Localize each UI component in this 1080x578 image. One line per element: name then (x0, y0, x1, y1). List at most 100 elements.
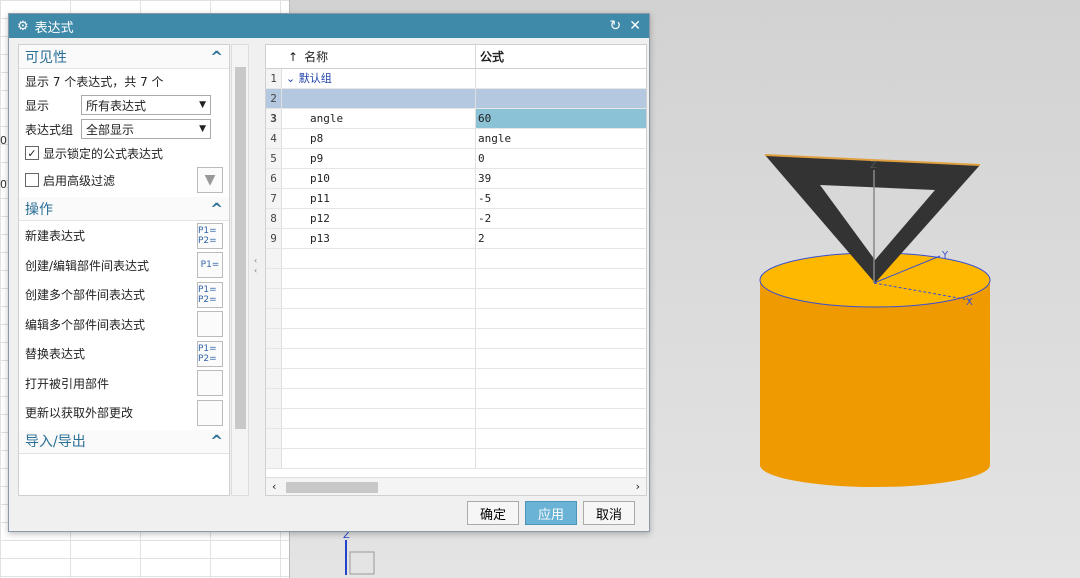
table-row[interactable]: 9 p13 2 (266, 229, 646, 249)
chevron-right-icon[interactable]: › (636, 480, 640, 493)
row-name[interactable]: p13 (282, 229, 476, 248)
table-row[interactable]: 8 p12 -2 (266, 209, 646, 229)
dialog-title: 表达式 (34, 20, 74, 36)
z-axis-label: Z (870, 160, 877, 171)
table-row (266, 309, 646, 329)
left-panel: 可见性 ^ 显示 7 个表达式，共 7 个 显示 所有表达式 ▼ 表达式组 全部… (18, 44, 230, 496)
operation-icon[interactable]: P1= P2= (197, 222, 223, 249)
dialog-titlebar: ⚙ 表达式 ↻ ✕ (9, 14, 649, 38)
row-name[interactable]: p11 (282, 189, 476, 208)
triad-cube (349, 551, 375, 575)
collapse-icon[interactable]: ^ (210, 432, 223, 450)
row-name[interactable]: p12 (282, 209, 476, 228)
panel-splitter[interactable]: ‹ ‹ (251, 44, 263, 496)
table-row (266, 449, 646, 469)
ok-button[interactable]: 确定 (467, 501, 519, 525)
cylinder-body (760, 280, 990, 465)
visibility-section-header[interactable]: 可见性 ^ (19, 45, 229, 69)
row-formula[interactable]: 0 (476, 149, 646, 168)
operations-title: 操作 (25, 201, 53, 218)
row-name[interactable]: ⌄ 默认组 (282, 69, 476, 88)
table-row[interactable]: 7 p11 -5 (266, 189, 646, 209)
table-row (266, 329, 646, 349)
expressions-table: ↑ 名称 公式 1 ⌄ 默认组 2 3 angle 60 4 p8 angle 5 p9 0 6 p10 3… (265, 44, 647, 496)
row-name[interactable]: angle (282, 109, 476, 128)
row-name[interactable]: p10 (282, 169, 476, 188)
operation-item[interactable]: 创建多个部件间表达式 P1= P2= (19, 280, 229, 310)
row-formula[interactable]: -5 (476, 189, 646, 208)
row-name[interactable] (282, 89, 476, 108)
operation-icon[interactable]: P1= P2= (197, 340, 223, 367)
chevron-left-icon: ‹ (254, 266, 258, 275)
operation-item[interactable]: 替换表达式 P1= P2= (19, 339, 229, 369)
table-row[interactable]: 6 p10 39 (266, 169, 646, 189)
row-formula[interactable]: 39 (476, 169, 646, 188)
operation-item[interactable]: 打开被引用部件 (19, 369, 229, 399)
left-panel-scrollbar[interactable] (231, 44, 249, 496)
operation-item[interactable]: 编辑多个部件间表达式 (19, 310, 229, 340)
table-row[interactable]: 5 p9 0 (266, 149, 646, 169)
show-label: 显示 (25, 98, 50, 113)
operation-item[interactable]: 新建表达式 P1= P2= (19, 221, 229, 251)
row-name[interactable]: p8 (282, 129, 476, 148)
collapse-icon[interactable]: ^ (210, 48, 223, 66)
gear-icon[interactable]: ⚙ (17, 19, 29, 34)
operation-icon[interactable] (197, 370, 223, 397)
filter-icon[interactable]: ▼ (197, 167, 223, 193)
chevron-left-icon: ‹ (254, 256, 258, 265)
scrollbar-thumb[interactable] (286, 482, 378, 493)
row-formula[interactable]: -2 (476, 209, 646, 228)
row-formula[interactable] (476, 89, 646, 108)
group-label: 表达式组 (25, 122, 74, 137)
table-row[interactable]: 2 (266, 89, 646, 109)
cancel-button[interactable]: 取消 (583, 501, 635, 525)
row-formula[interactable]: angle (476, 129, 646, 148)
table-row (266, 349, 646, 369)
expressions-dialog: ⚙ 表达式 ↻ ✕ 可见性 ^ 显示 7 个表达式，共 7 个 显示 所有表达式… (8, 13, 650, 532)
dropdown-arrow-icon: ▼ (199, 100, 206, 110)
import-export-section-header[interactable]: 导入/导出 ^ (19, 429, 229, 454)
collapse-icon[interactable]: ^ (210, 200, 223, 218)
operation-icon[interactable] (197, 399, 223, 426)
operation-item[interactable]: 创建/编辑部件间表达式 P1= (19, 251, 229, 281)
cylinder-bottom (760, 443, 990, 487)
row-formula[interactable]: 2 (476, 229, 646, 248)
table-hscrollbar[interactable]: ‹ › (266, 477, 646, 495)
table-row[interactable]: 1 ⌄ 默认组 (266, 69, 646, 89)
group-dropdown[interactable]: 全部显示 ▼ (81, 119, 211, 139)
scrollbar-thumb[interactable] (235, 67, 246, 429)
operation-icon[interactable] (197, 311, 223, 338)
import-export-title: 导入/导出 (25, 434, 86, 450)
table-row (266, 389, 646, 409)
row-name[interactable]: p9 (282, 149, 476, 168)
table-row (266, 369, 646, 389)
close-icon[interactable]: ✕ (629, 18, 641, 34)
advanced-filter-checkbox[interactable]: 启用高级过滤 ▼ (19, 165, 229, 195)
expand-icon[interactable]: ⌄ (286, 72, 299, 85)
show-dropdown[interactable]: 所有表达式 ▼ (81, 95, 211, 115)
visibility-summary: 显示 7 个表达式，共 7 个 (25, 74, 164, 89)
apply-button[interactable]: 应用 (525, 501, 577, 525)
operation-icon[interactable]: P1= (197, 252, 223, 279)
chevron-left-icon[interactable]: ‹ (272, 480, 276, 493)
table-row[interactable]: 3 angle 60 (266, 109, 646, 129)
checkbox-icon[interactable] (25, 173, 39, 187)
dialog-buttons: 确定 应用 取消 (467, 501, 635, 525)
table-row (266, 249, 646, 269)
row-formula[interactable]: 60 (476, 109, 646, 128)
row-formula[interactable] (476, 69, 646, 88)
operations-section-header[interactable]: 操作 ^ (19, 197, 229, 221)
operation-item[interactable]: 更新以获取外部更改 (19, 398, 229, 428)
y-axis-label: Y (941, 250, 949, 261)
reset-icon[interactable]: ↻ (610, 18, 622, 34)
checkbox-checked-icon[interactable]: ✓ (25, 146, 39, 160)
show-locked-checkbox[interactable]: ✓ 显示锁定的公式表达式 (19, 141, 229, 165)
dropdown-arrow-icon: ▼ (199, 124, 206, 134)
formula-column-header[interactable]: 公式 (476, 45, 646, 68)
table-row (266, 409, 646, 429)
name-column-header[interactable]: ↑ 名称 (282, 45, 476, 68)
operation-icon[interactable]: P1= P2= (197, 281, 223, 308)
table-header: ↑ 名称 公式 (266, 45, 646, 69)
table-row (266, 289, 646, 309)
table-row[interactable]: 4 p8 angle (266, 129, 646, 149)
